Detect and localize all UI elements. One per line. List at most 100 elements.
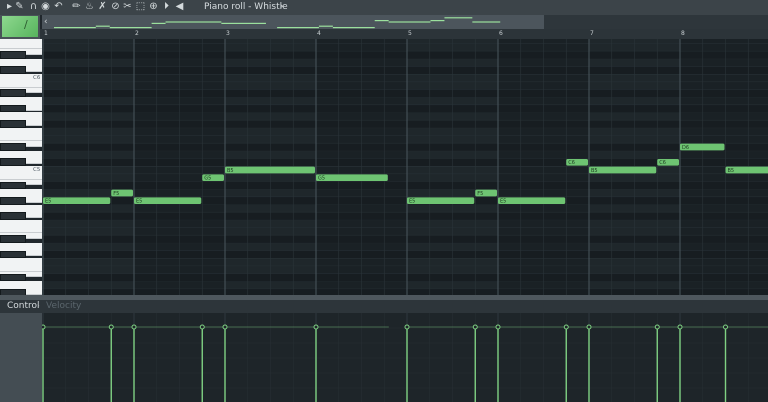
velocity-lane[interactable]	[42, 313, 768, 402]
note[interactable]: G5	[202, 174, 224, 182]
timeline-ruler[interactable]	[40, 29, 768, 39]
note-label: E5	[500, 199, 506, 205]
black-key[interactable]	[0, 273, 26, 282]
note-body[interactable]	[498, 197, 566, 205]
velocity-handle[interactable]	[313, 324, 319, 330]
note[interactable]: E5	[134, 197, 202, 205]
black-key[interactable]	[0, 89, 26, 98]
black-key-row	[42, 273, 768, 282]
note-body[interactable]	[407, 197, 475, 205]
overview-note	[318, 25, 333, 27]
white-key[interactable]	[0, 219, 42, 234]
velocity-handle[interactable]	[654, 324, 660, 330]
note[interactable]: E5	[407, 197, 475, 205]
overview-note	[430, 20, 445, 22]
note-body[interactable]	[134, 197, 202, 205]
zoom-tool-icon[interactable]: ⊕	[148, 1, 159, 13]
velocity-handle[interactable]	[404, 324, 410, 330]
note[interactable]: F5	[111, 189, 133, 197]
black-key-row	[42, 250, 768, 259]
black-key[interactable]	[0, 212, 26, 220]
velocity-handle[interactable]	[472, 324, 478, 330]
tool-panel: ∕	[0, 15, 40, 39]
white-key[interactable]	[0, 258, 42, 272]
velocity-handle[interactable]	[586, 324, 592, 330]
note-label: C6	[568, 160, 575, 166]
note-label: B5	[728, 168, 735, 174]
note-label: G5	[204, 176, 211, 182]
title-arrow-icon[interactable]: ›	[276, 1, 287, 13]
control-panel-left	[0, 313, 42, 402]
white-key[interactable]	[0, 127, 42, 142]
note[interactable]: B5	[225, 166, 315, 174]
wand-icon: ∕	[24, 18, 28, 31]
note[interactable]: B5	[589, 166, 657, 174]
slice-tool-icon[interactable]: ✂	[122, 1, 133, 13]
speaker-icon[interactable]: ◀	[174, 1, 185, 13]
black-key-row	[42, 181, 768, 190]
note[interactable]: C6	[566, 158, 588, 166]
note[interactable]: E5	[43, 197, 111, 205]
overview-note	[388, 21, 431, 23]
piano-keyboard[interactable]: C7C6C5	[0, 39, 42, 295]
black-key[interactable]	[0, 196, 26, 205]
black-key[interactable]	[0, 66, 26, 75]
octave-label: C6	[33, 75, 41, 82]
white-key[interactable]	[0, 39, 42, 50]
control-target-label[interactable]: Velocity	[46, 301, 81, 312]
velocity-handle[interactable]	[42, 324, 46, 330]
overview-note	[151, 22, 166, 24]
black-key[interactable]	[0, 120, 26, 128]
note[interactable]: G5	[316, 174, 388, 182]
record-icon[interactable]: ◉	[40, 1, 51, 13]
black-key[interactable]	[0, 235, 26, 243]
black-key[interactable]	[0, 181, 26, 190]
velocity-handle[interactable]	[222, 324, 228, 330]
velocity-handle[interactable]	[199, 324, 205, 330]
note[interactable]: F5	[475, 189, 497, 197]
pencil-icon[interactable]: ✏	[71, 1, 82, 13]
black-key[interactable]	[0, 158, 26, 167]
magic-wand-button[interactable]: ∕	[2, 16, 38, 37]
note-label: B5	[591, 168, 598, 174]
select-tool-icon[interactable]: ⬚	[135, 1, 146, 13]
black-key-row	[42, 51, 768, 59]
note-label: C6	[659, 160, 666, 166]
velocity-handle[interactable]	[131, 324, 137, 330]
note-label: G5	[318, 176, 325, 182]
velocity-handle[interactable]	[677, 324, 683, 330]
note-body[interactable]	[316, 174, 388, 182]
overview-note	[444, 17, 473, 19]
paintbrush-icon[interactable]: ♨	[84, 1, 95, 13]
playback-tool-icon[interactable]: ⏵	[161, 1, 172, 13]
overview-notes	[54, 17, 501, 29]
ruler-bar-number: 6	[499, 30, 503, 37]
control-bar	[0, 300, 768, 313]
wrench-icon[interactable]: ✎	[14, 1, 25, 13]
note[interactable]: B5	[725, 166, 768, 174]
velocity-handle[interactable]	[108, 324, 114, 330]
note[interactable]: D6	[680, 143, 725, 151]
note-body[interactable]	[225, 166, 315, 174]
black-key[interactable]	[0, 250, 26, 259]
ruler-bar-number: 2	[135, 30, 139, 37]
note-grid[interactable]: E5 F5 E5 G5 B5 G5 E5 F5 E5 C6 B5 C6 D6 B5	[42, 39, 768, 295]
control-arrow-icon[interactable]: ›	[37, 301, 40, 312]
black-key[interactable]	[0, 104, 26, 113]
velocity-handle[interactable]	[495, 324, 501, 330]
note-body[interactable]	[589, 166, 657, 174]
undo-icon[interactable]: ↶	[53, 1, 64, 13]
velocity-handle[interactable]	[563, 324, 569, 330]
velocity-handle[interactable]	[723, 324, 728, 330]
overview-note	[374, 20, 389, 22]
black-key-row	[42, 89, 768, 98]
delete-tool-icon[interactable]: ✗	[97, 1, 108, 13]
note[interactable]: C6	[657, 158, 679, 166]
magnet-icon[interactable]: ∩	[28, 1, 39, 13]
note-body[interactable]	[43, 197, 111, 205]
black-key[interactable]	[0, 143, 26, 151]
mute-tool-icon[interactable]: ⊘	[110, 1, 121, 13]
black-key[interactable]	[0, 51, 26, 59]
control-label[interactable]: Control	[7, 301, 40, 312]
note[interactable]: E5	[498, 197, 566, 205]
